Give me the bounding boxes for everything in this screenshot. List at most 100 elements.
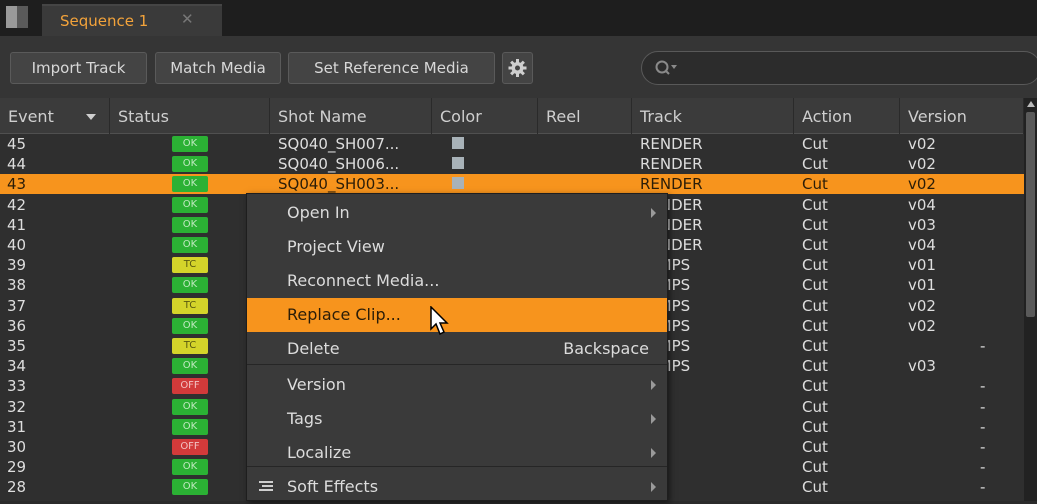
menu-item-label: Reconnect Media...: [287, 271, 440, 290]
menu-item-label: Open In: [287, 203, 350, 222]
event-cell: 42: [7, 195, 27, 214]
event-cell: 30: [7, 438, 27, 456]
version-cell: -: [980, 438, 986, 456]
version-cell: -: [980, 377, 986, 396]
menu-item-tags[interactable]: Tags: [247, 402, 667, 436]
menu-item-project-view[interactable]: Project View: [247, 230, 667, 264]
action-cell: Cut: [802, 215, 828, 234]
column-header-version[interactable]: Version: [900, 98, 1024, 134]
version-cell: v04: [908, 236, 936, 254]
table-row[interactable]: 45 SQ040_SH007... RENDER Cut v02 OK: [0, 134, 1024, 154]
pane-menu-icon[interactable]: [6, 6, 28, 28]
status-badge: TC: [172, 257, 208, 274]
event-cell: 36: [7, 316, 27, 335]
event-cell: 34: [7, 357, 27, 376]
event-cell: 38: [7, 276, 27, 295]
submenu-arrow-icon: [651, 414, 656, 424]
menu-item-localize[interactable]: Localize: [247, 436, 667, 470]
menu-item-label: Project View: [287, 237, 385, 256]
column-header-color[interactable]: Color: [432, 98, 538, 134]
action-cell: Cut: [802, 397, 828, 416]
event-cell: 45: [7, 135, 27, 153]
version-cell: v03: [908, 357, 936, 376]
menu-item-shortcut: Backspace: [563, 339, 649, 358]
version-cell: v03: [908, 215, 936, 234]
event-cell: 35: [7, 337, 27, 355]
match-media-button[interactable]: Match Media: [155, 52, 281, 84]
menu-item-label: Delete: [287, 339, 340, 358]
status-badge: OK: [172, 136, 208, 152]
event-cell: 40: [7, 236, 27, 254]
action-cell: Cut: [802, 175, 828, 194]
status-badge: TC: [172, 338, 208, 354]
column-header-action[interactable]: Action: [794, 98, 900, 134]
version-cell: v02: [908, 316, 936, 335]
status-badge: OK: [172, 398, 208, 415]
action-cell: Cut: [802, 256, 828, 275]
event-cell: 44: [7, 155, 27, 174]
shot-name-cell: SQ040_SH007...: [278, 135, 400, 153]
status-badge: OK: [172, 418, 208, 435]
search-icon: [655, 60, 677, 75]
table-row[interactable]: 44 SQ040_SH006... RENDER Cut v02 OK: [0, 154, 1024, 174]
action-cell: Cut: [802, 236, 828, 254]
event-cell: 39: [7, 256, 27, 275]
color-swatch: [452, 157, 464, 170]
menu-item-label: Replace Clip...: [287, 305, 401, 324]
version-cell: -: [980, 458, 986, 477]
scroll-up-icon[interactable]: [1027, 101, 1035, 107]
column-header-reel[interactable]: Reel: [538, 98, 632, 134]
menu-item-delete[interactable]: Delete Backspace: [247, 332, 667, 366]
event-cell: 32: [7, 397, 27, 416]
context-menu: Open In Project View Reconnect Media... Rep…: [246, 193, 668, 501]
menu-item-version[interactable]: Version: [247, 368, 667, 402]
action-cell: Cut: [802, 478, 828, 497]
track-cell: RENDER: [640, 155, 703, 174]
search-input[interactable]: [641, 51, 1037, 85]
version-cell: -: [980, 417, 986, 436]
version-cell: v02: [908, 135, 936, 153]
table-row[interactable]: 43 SQ040_SH003... RENDER Cut v02 OK: [0, 174, 1024, 195]
menu-item-replace-clip[interactable]: Replace Clip...: [247, 298, 667, 332]
event-cell: 33: [7, 377, 27, 396]
scrollbar-thumb[interactable]: [1026, 112, 1035, 317]
import-track-button[interactable]: Import Track: [10, 52, 147, 84]
version-cell: v02: [908, 155, 936, 174]
color-swatch: [452, 177, 464, 190]
column-header-shot-name[interactable]: Shot Name: [270, 98, 432, 134]
action-cell: Cut: [802, 417, 828, 436]
close-icon[interactable]: ✕: [181, 10, 194, 28]
menu-item-label: Soft Effects: [287, 477, 379, 496]
menu-item-soft-effects[interactable]: Soft Effects: [247, 470, 667, 504]
table-header: Event Status Shot Name Color Reel Track …: [0, 98, 1024, 134]
track-cell: RENDER: [640, 175, 703, 194]
column-header-status[interactable]: Status: [110, 98, 270, 134]
status-badge: OK: [172, 216, 208, 233]
column-header-track[interactable]: Track: [632, 98, 794, 134]
sort-descending-icon: [86, 114, 96, 120]
set-reference-media-button[interactable]: Set Reference Media: [288, 52, 495, 84]
menu-item-label: Localize: [287, 443, 352, 462]
status-badge: TC: [172, 297, 208, 314]
column-header-event[interactable]: Event: [0, 98, 110, 134]
status-badge: OK: [172, 176, 208, 193]
event-cell: 43: [7, 175, 27, 194]
event-cell: 29: [7, 458, 27, 477]
soft-effects-icon: [259, 481, 273, 491]
menu-item-reconnect-media[interactable]: Reconnect Media...: [247, 264, 667, 298]
version-cell: v01: [908, 256, 936, 275]
action-cell: Cut: [802, 135, 828, 153]
event-cell: 31: [7, 417, 27, 436]
action-cell: Cut: [802, 438, 828, 456]
status-badge: OK: [172, 459, 208, 476]
version-cell: v02: [908, 175, 936, 194]
menu-item-label: Tags: [287, 409, 323, 428]
menu-item-open-in[interactable]: Open In: [247, 196, 667, 230]
tab-sequence[interactable]: Sequence 1 ✕: [42, 4, 222, 36]
menu-item-label: Version: [287, 375, 346, 394]
action-cell: Cut: [802, 276, 828, 295]
gear-icon[interactable]: [502, 52, 533, 84]
color-swatch: [452, 137, 464, 149]
shot-name-cell: SQ040_SH006...: [278, 155, 400, 174]
vertical-scrollbar[interactable]: [1024, 98, 1037, 501]
